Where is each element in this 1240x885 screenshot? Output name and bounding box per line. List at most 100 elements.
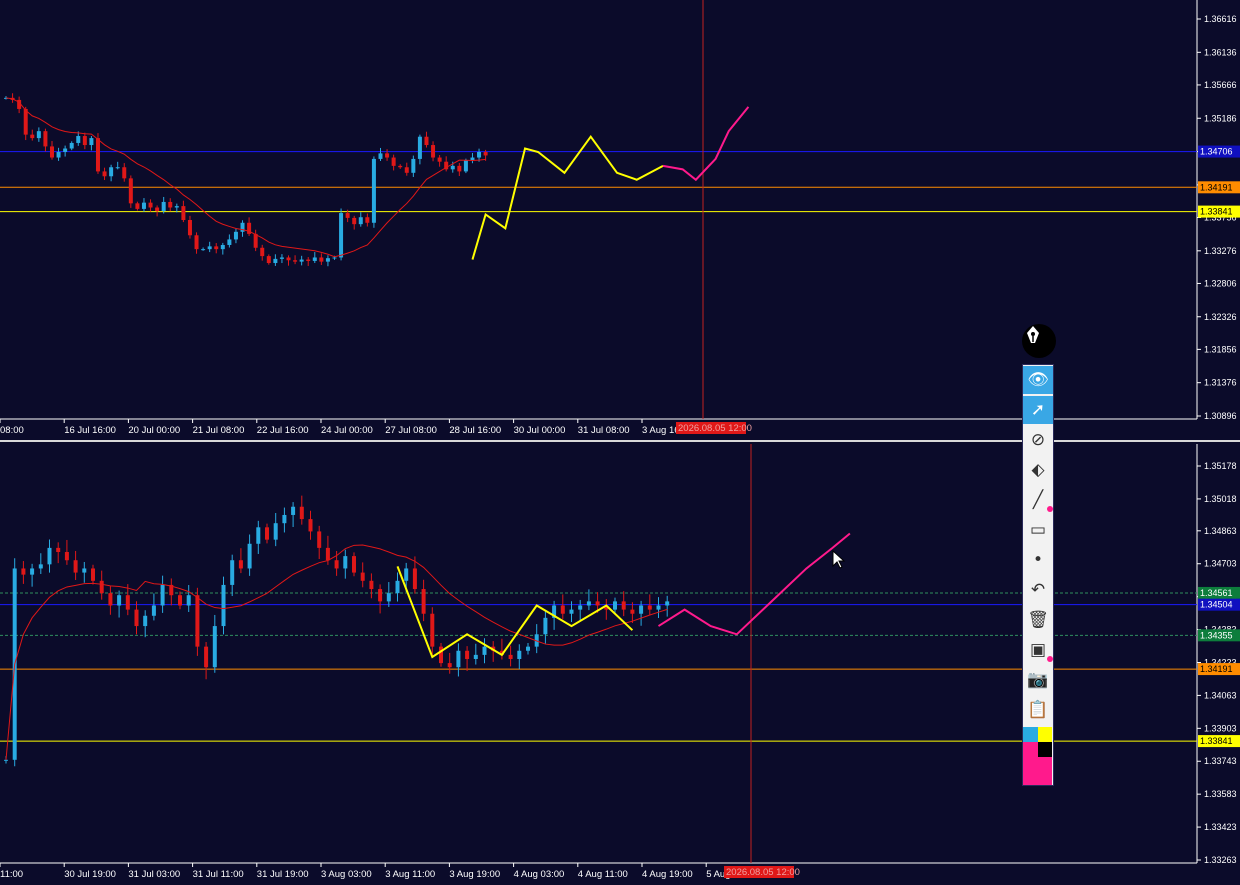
candle-body — [319, 257, 324, 262]
candle-body — [134, 609, 139, 627]
candle-body — [82, 136, 87, 146]
y-tick-label: 1.36616 — [1204, 14, 1237, 24]
y-tick-label: 1.33263 — [1204, 855, 1237, 865]
candle-body — [23, 108, 28, 135]
y-tick-label: 1.32326 — [1204, 312, 1237, 322]
color-swatch[interactable] — [1023, 757, 1052, 785]
trash-button[interactable]: 🗑 — [1023, 606, 1053, 634]
top-chart-pane[interactable]: 1.366161.361361.356661.351861.347061.342… — [0, 0, 1240, 437]
bottom-chart-pane[interactable]: 1.351781.350181.348631.347031.345431.343… — [0, 444, 1240, 885]
monitor-button[interactable]: ▣ — [1023, 636, 1053, 664]
price-label-text: 1.34355 — [1200, 630, 1233, 640]
candle-body — [187, 219, 192, 236]
trash-icon: 🗑 — [1027, 610, 1049, 630]
candle-body — [526, 646, 530, 651]
candle-body — [656, 605, 661, 610]
price-label-text: 1.34561 — [1200, 588, 1233, 598]
tag-button[interactable]: ⬖ — [1023, 456, 1053, 484]
candle-body — [56, 547, 61, 553]
candle-body — [339, 213, 344, 258]
eye-button[interactable]: 👁 — [1023, 366, 1053, 394]
mouse-pointer-icon — [832, 550, 846, 569]
cursor-arrow-button[interactable]: ➚ — [1023, 396, 1053, 424]
candle-body — [201, 249, 206, 251]
candle-body — [69, 142, 74, 149]
candle-body — [586, 601, 591, 606]
candle-body — [439, 646, 443, 664]
pane-separator[interactable] — [0, 437, 1240, 444]
dot-tool-button[interactable]: • — [1023, 546, 1053, 574]
x-tick-label: 31 Jul 08:00 — [578, 425, 630, 436]
candle-body — [233, 231, 238, 240]
candle-body — [282, 514, 287, 524]
candle-body — [91, 568, 95, 581]
top-chart[interactable]: 1.366161.361361.356661.351861.347061.342… — [0, 0, 1240, 437]
candle-body — [404, 568, 409, 581]
candle-body — [128, 178, 133, 204]
price-label-text: 1.34504 — [1200, 600, 1233, 610]
y-tick-label: 1.33276 — [1204, 246, 1237, 256]
hide-drawing-button[interactable]: ⊘ — [1023, 426, 1053, 454]
clipboard-button[interactable]: 📋 — [1023, 696, 1053, 724]
x-tick-label: 31 Jul 19:00 — [257, 869, 309, 880]
candle-body — [312, 257, 317, 261]
candle-body — [56, 151, 61, 158]
clipboard-icon: 📋 — [1027, 700, 1049, 720]
candle-body — [378, 589, 383, 602]
candle-body — [63, 148, 68, 152]
x-tick-label: 4 Aug 19:00 — [642, 869, 693, 880]
candles-group — [4, 495, 670, 767]
line-tool-button[interactable]: ╱ — [1023, 486, 1053, 514]
x-tick-label: 28 Jul 16:00 — [449, 425, 501, 436]
candle-body — [457, 165, 462, 172]
eraser-button[interactable]: ▭ — [1023, 516, 1053, 544]
candle-body — [371, 158, 376, 223]
cursor-time-label: 2026.08.05 12:00 — [678, 423, 752, 434]
candle-body — [369, 580, 374, 590]
projection-line — [662, 106, 750, 182]
y-tick-label: 1.35666 — [1204, 80, 1237, 90]
color-swatch[interactable] — [1023, 727, 1038, 742]
y-tick-label: 1.35178 — [1204, 461, 1237, 471]
candle-body — [630, 609, 635, 614]
color-swatch[interactable] — [1023, 742, 1038, 757]
pen-logo-icon[interactable] — [1022, 324, 1056, 358]
y-tick-label: 1.30896 — [1204, 411, 1237, 421]
candle-body — [73, 560, 78, 573]
candle-body — [273, 258, 278, 264]
y-tick-label: 1.32806 — [1204, 278, 1237, 288]
candle-body — [238, 560, 243, 569]
x-tick-label: 30 Jul 00:00 — [514, 425, 566, 436]
candle-body — [308, 519, 313, 532]
candle-body — [360, 572, 365, 581]
candle-body — [578, 605, 583, 610]
line-tool-icon: ╱ — [1032, 490, 1044, 510]
bottom-chart[interactable]: 1.351781.350181.348631.347031.345431.343… — [0, 444, 1240, 885]
camera-button[interactable]: 📷 — [1023, 666, 1053, 694]
candle-body — [477, 151, 482, 158]
y-tick-label: 1.36136 — [1204, 47, 1237, 57]
candle-body — [148, 202, 153, 208]
candle-body — [470, 157, 475, 161]
monitor-icon: ▣ — [1029, 640, 1047, 660]
candle-body — [220, 244, 225, 250]
dot-tool-icon: • — [1032, 550, 1044, 570]
candle-body — [194, 235, 199, 250]
candle-body — [125, 595, 130, 610]
candle-body — [160, 584, 165, 606]
candle-body — [299, 506, 304, 520]
candle-body — [279, 257, 284, 259]
candle-body — [395, 580, 400, 594]
candle-body — [639, 605, 644, 614]
color-swatch[interactable] — [1038, 742, 1052, 757]
undo-icon: ↶ — [1030, 580, 1046, 600]
candle-body — [345, 213, 350, 218]
candle-body — [417, 136, 422, 159]
undo-button[interactable]: ↶ — [1023, 576, 1053, 604]
candle-body — [108, 593, 113, 606]
drawing-toolbar: 👁 ➚ ⊘ ⬖ ╱ ▭ • ↶ 🗑 ▣ 📷 📋 — [1022, 364, 1054, 786]
price-label-text: 1.33841 — [1200, 736, 1233, 746]
candle-body — [230, 560, 235, 585]
candle-body — [291, 506, 296, 515]
color-swatch[interactable] — [1038, 727, 1052, 742]
